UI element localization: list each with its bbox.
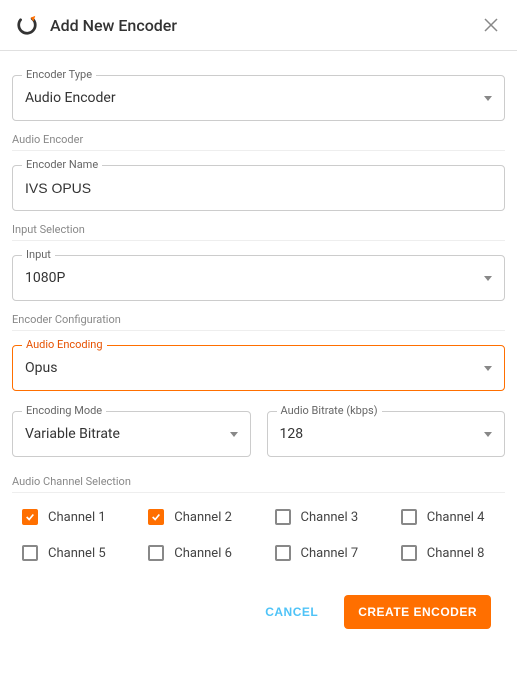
audio-bitrate-value: 128 [280, 426, 304, 442]
chevron-down-icon [484, 276, 492, 281]
chevron-down-icon [484, 432, 492, 437]
modal-header: Add New Encoder [0, 0, 517, 51]
checkbox-icon [22, 509, 38, 525]
channel-label: Channel 1 [48, 510, 106, 525]
encoder-name-label: Encoder Name [22, 158, 102, 171]
encoder-name-input[interactable] [12, 165, 505, 211]
add-encoder-modal: Add New Encoder Encoder Type Audio Encod… [0, 0, 517, 676]
audio-bitrate-field: Audio Bitrate (kbps) 128 [267, 411, 506, 457]
audio-bitrate-label: Audio Bitrate (kbps) [277, 404, 382, 417]
checkbox-icon [275, 545, 291, 561]
close-button[interactable] [481, 15, 501, 35]
audio-encoding-select[interactable]: Opus [12, 345, 505, 391]
encoder-type-select[interactable]: Audio Encoder [12, 75, 505, 121]
channel-checkbox-5[interactable]: Channel 5 [22, 545, 126, 561]
input-label: Input [22, 248, 55, 261]
checkbox-icon [275, 509, 291, 525]
cancel-button[interactable]: Cancel [251, 595, 332, 629]
channel-checkbox-6[interactable]: Channel 6 [148, 545, 252, 561]
checkbox-icon [401, 509, 417, 525]
encoder-type-label: Encoder Type [22, 68, 96, 81]
modal-title: Add New Encoder [50, 16, 481, 35]
channel-label: Channel 3 [301, 510, 359, 525]
section-encoder-config: Encoder Configuration [12, 313, 505, 331]
checkbox-icon [22, 545, 38, 561]
checkbox-icon [401, 545, 417, 561]
channel-checkbox-3[interactable]: Channel 3 [275, 509, 379, 525]
section-input-selection: Input Selection [12, 223, 505, 241]
channel-checkbox-4[interactable]: Channel 4 [401, 509, 505, 525]
audio-encoding-label: Audio Encoding [22, 338, 107, 351]
encoder-type-value: Audio Encoder [25, 90, 116, 106]
encoding-mode-value: Variable Bitrate [25, 426, 120, 442]
input-select[interactable]: 1080P [12, 255, 505, 301]
channel-checkbox-1[interactable]: Channel 1 [22, 509, 126, 525]
encoding-mode-label: Encoding Mode [22, 404, 106, 417]
app-logo-icon [16, 14, 38, 36]
audio-bitrate-select[interactable]: 128 [267, 411, 506, 457]
channel-label: Channel 2 [174, 510, 232, 525]
close-icon [484, 18, 498, 32]
channel-checkbox-2[interactable]: Channel 2 [148, 509, 252, 525]
channel-checkbox-7[interactable]: Channel 7 [275, 545, 379, 561]
audio-encoding-value: Opus [25, 360, 57, 376]
modal-footer: Cancel Create Encoder [12, 577, 505, 647]
encoding-mode-select[interactable]: Variable Bitrate [12, 411, 251, 457]
channels-grid: Channel 1 Channel 2 Channel 3 Channel 4 Chan… [12, 509, 505, 561]
channel-label: Channel 6 [174, 546, 232, 561]
chevron-down-icon [230, 432, 238, 437]
channel-label: Channel 8 [427, 546, 485, 561]
channel-label: Channel 5 [48, 546, 106, 561]
encoder-type-field: Encoder Type Audio Encoder [12, 75, 505, 121]
encoding-mode-field: Encoding Mode Variable Bitrate [12, 411, 251, 457]
input-field: Input 1080P [12, 255, 505, 301]
section-audio-encoder: Audio Encoder [12, 133, 505, 151]
audio-encoding-field: Audio Encoding Opus [12, 345, 505, 391]
section-channel-selection: Audio Channel Selection [12, 475, 505, 493]
checkbox-icon [148, 509, 164, 525]
chevron-down-icon [484, 366, 492, 371]
input-value: 1080P [25, 270, 65, 286]
encoder-name-field: Encoder Name [12, 165, 505, 211]
modal-body: Encoder Type Audio Encoder Audio Encoder… [0, 51, 517, 676]
create-encoder-button[interactable]: Create Encoder [344, 595, 491, 629]
channel-checkbox-8[interactable]: Channel 8 [401, 545, 505, 561]
channel-label: Channel 4 [427, 510, 485, 525]
chevron-down-icon [484, 96, 492, 101]
checkbox-icon [148, 545, 164, 561]
channel-label: Channel 7 [301, 546, 359, 561]
